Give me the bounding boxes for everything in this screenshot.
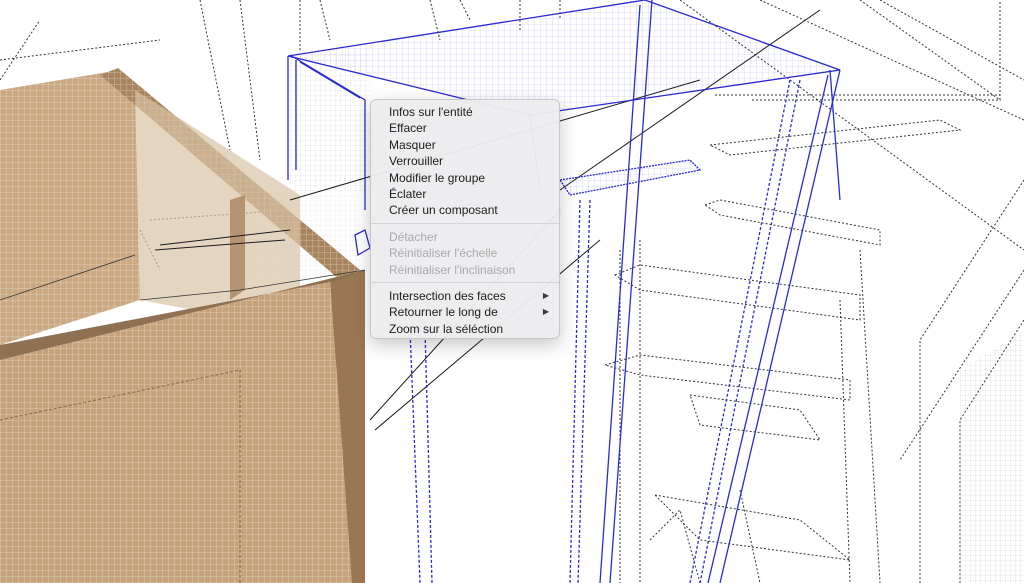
menu-separator bbox=[371, 282, 559, 284]
menu-item-label: Réinitialiser l'échelle bbox=[389, 246, 498, 261]
menu-item-label: Effacer bbox=[389, 121, 427, 136]
menu-item-label: Verrouiller bbox=[389, 154, 444, 169]
menu-item-label: Détacher bbox=[389, 229, 438, 244]
menu-item-infos-sur-l-entite[interactable]: Infos sur l'entité bbox=[371, 104, 559, 120]
menu-item-reinitialiser-l-echelle: Réinitialiser l'échelle bbox=[371, 245, 559, 261]
chevron-right-icon: ▶ bbox=[542, 307, 549, 317]
menu-item-label: Masquer bbox=[389, 137, 436, 152]
menu-item-label: Créer un composant bbox=[389, 203, 498, 218]
menu-item-effacer[interactable]: Effacer bbox=[371, 120, 559, 136]
menu-item-masquer[interactable]: Masquer bbox=[371, 137, 559, 153]
menu-item-detacher: Détacher bbox=[371, 229, 559, 245]
menu-item-label: Modifier le groupe bbox=[389, 170, 486, 185]
menu-item-creer-un-composant[interactable]: Créer un composant bbox=[371, 202, 559, 218]
menu-item-eclater[interactable]: Éclater bbox=[371, 186, 559, 202]
menu-item-label: Éclater bbox=[389, 186, 427, 201]
menu-item-intersection-des-faces[interactable]: Intersection des faces ▶ bbox=[371, 288, 559, 304]
menu-item-retourner-le-long-de[interactable]: Retourner le long de ▶ bbox=[371, 304, 559, 320]
menu-item-label: Zoom sur la séléction bbox=[389, 321, 504, 336]
menu-item-reinitialiser-l-inclinaison: Réinitialiser l'inclinaison bbox=[371, 262, 559, 278]
menu-item-modifier-le-groupe[interactable]: Modifier le groupe bbox=[371, 170, 559, 186]
context-menu: Infos sur l'entité Effacer Masquer Verrouil… bbox=[370, 99, 560, 339]
chevron-right-icon: ▶ bbox=[542, 290, 549, 300]
menu-item-label: Intersection des faces bbox=[389, 288, 506, 303]
menu-item-label: Réinitialiser l'inclinaison bbox=[389, 262, 516, 277]
menu-item-verrouiller[interactable]: Verrouiller bbox=[371, 153, 559, 169]
menu-item-zoom-sur-la-selection[interactable]: Zoom sur la séléction bbox=[371, 321, 559, 337]
menu-item-label: Retourner le long de bbox=[389, 305, 498, 320]
menu-item-label: Infos sur l'entité bbox=[389, 105, 473, 119]
menu-separator bbox=[371, 223, 559, 225]
